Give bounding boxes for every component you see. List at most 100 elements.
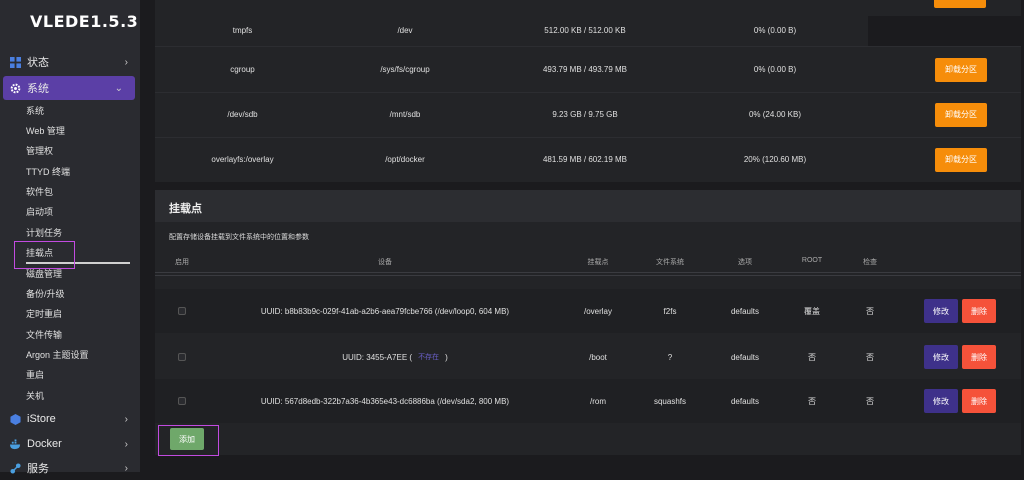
col-header-mount: 挂载点 (587, 259, 609, 266)
options-cell: defaults (730, 352, 760, 362)
fs-cell: cgroup (230, 65, 255, 74)
table-row: cgroup /sys/fs/cgroup 493.79 MB / 493.79… (155, 47, 1021, 92)
nav-item-docker[interactable]: Docker › (0, 432, 140, 456)
nav-item-label: iStore (27, 413, 56, 425)
device-cell: UUID: b8b83b9c-029f-41ab-a2b6-aea79fcbe7… (260, 306, 510, 316)
sub-item-system[interactable]: 系统 (26, 104, 44, 118)
edit-button[interactable]: 修改 (924, 345, 958, 369)
chevron-right-icon: › (124, 438, 128, 450)
table-row: /dev/sdb /mnt/sdb 9.23 GB / 9.75 GB 0% (… (155, 92, 1021, 137)
sub-item-ttyd[interactable]: TTYD 终端 (26, 165, 70, 179)
panel-title: 挂载点 (169, 203, 202, 215)
device-text: ) (445, 352, 448, 362)
options-cell: defaults (730, 306, 760, 316)
panel-description: 配置存储设备挂载到文件系统中的位置和参数 (169, 234, 309, 241)
delete-button[interactable]: 删除 (962, 299, 996, 323)
mount-cell: /boot (589, 352, 607, 362)
sub-item-backup[interactable]: 备份/升级 (26, 287, 65, 301)
add-button[interactable]: 添加 (170, 428, 204, 450)
sub-item-crontab[interactable]: 计划任务 (26, 226, 62, 240)
col-header-root: ROOT (801, 257, 823, 264)
docker-icon (10, 438, 21, 449)
mount-cell: /rom (590, 396, 606, 406)
app-logo: VLEDE1.5.3 (30, 12, 139, 31)
sub-item-file-transfer[interactable]: 文件传输 (26, 328, 62, 342)
mounts-panel: 挂载点 配置存储设备挂载到文件系统中的位置和参数 启用 设备 挂载点 文件系统 … (155, 190, 1021, 455)
chevron-right-icon: › (124, 413, 128, 425)
chevron-right-icon: › (124, 56, 128, 68)
sub-item-reboot[interactable]: 重启 (26, 368, 44, 382)
unmount-button[interactable]: 卸载分区 (935, 57, 987, 82)
col-header-device: 设备 (378, 259, 392, 266)
enable-checkbox[interactable] (178, 307, 186, 315)
unmount-button[interactable]: 卸载分区 (935, 147, 987, 172)
delete-button[interactable]: 删除 (962, 345, 996, 369)
options-cell: defaults (730, 396, 760, 406)
mount-cell: /sys/fs/cgroup (380, 65, 430, 74)
usage-cell: 0% (24.00 KB) (748, 110, 802, 119)
edit-button[interactable]: 修改 (924, 299, 958, 323)
fs-cell: ? (667, 352, 673, 362)
fs-cell: f2fs (663, 306, 677, 316)
divider (155, 272, 1021, 273)
sub-item-argon[interactable]: Argon 主题设置 (26, 348, 89, 362)
enable-checkbox[interactable] (178, 397, 186, 405)
check-cell: 否 (866, 352, 874, 362)
root-cell: 否 (808, 352, 816, 362)
usage-cell: 0% (0.00 B) (753, 65, 797, 74)
sub-item-reboot-schedule[interactable]: 定时重启 (26, 307, 62, 321)
root-cell: 覆盖 (804, 306, 820, 316)
sub-item-admin[interactable]: 管理权 (26, 144, 53, 158)
check-cell: 否 (866, 306, 874, 316)
nav-item-services[interactable]: 服务 › (0, 456, 140, 480)
col-header-enabled: 启用 (175, 259, 189, 266)
table-row: overlayfs:/overlay /opt/docker 481.59 MB… (155, 137, 1021, 182)
grid-icon (10, 56, 21, 68)
main-content: tmpfs /dev 512.00 KB / 512.00 KB 0% (0.0… (140, 0, 1024, 472)
missing-badge: 不存在 (418, 354, 440, 361)
col-header-fs: 文件系统 (656, 259, 684, 266)
device-cell: UUID: 3455-A7EE ( 不存在 ) (265, 335, 525, 379)
check-cell: 否 (866, 396, 874, 406)
sub-item-disk[interactable]: 磁盘管理 (26, 267, 62, 281)
sub-item-startup[interactable]: 启动项 (26, 205, 53, 219)
device-cell: UUID: 567d8edb-322b7a36-4b365e43-dc6886b… (260, 396, 510, 406)
storage-panel: tmpfs /dev 512.00 KB / 512.00 KB 0% (0.0… (155, 0, 1021, 182)
nav-item-status[interactable]: 状态 › (0, 50, 140, 74)
nav-item-label: Docker (27, 438, 62, 450)
device-text: UUID: 3455-A7EE ( (342, 352, 413, 362)
enable-checkbox[interactable] (178, 353, 186, 361)
sidebar: VLEDE1.5.3 状态 › 系统 ⌄ 系统 Web 管理 管理权 TTYD … (0, 0, 140, 475)
chevron-down-icon: ⌄ (114, 82, 123, 94)
table-row: UUID: b8b83b9c-029f-41ab-a2b6-aea79fcbe7… (155, 289, 1021, 333)
root-cell: 否 (808, 396, 816, 406)
mount-cell: /overlay (583, 306, 612, 316)
col-header-options: 选项 (738, 259, 752, 266)
unmount-button[interactable]: 卸载分区 (935, 102, 987, 127)
gear-icon (10, 83, 21, 93)
table-row: UUID: 3455-A7EE ( 不存在 ) /boot ? defaults… (155, 335, 1021, 379)
istore-icon (10, 413, 21, 425)
sub-item-packages[interactable]: 软件包 (26, 185, 53, 199)
delete-button[interactable]: 删除 (962, 389, 996, 413)
size-cell: 481.59 MB / 602.19 MB (542, 155, 628, 164)
mount-cell: /opt/docker (385, 155, 425, 164)
col-header-check: 检查 (863, 259, 877, 266)
nav-item-system[interactable]: 系统 ⌄ (3, 76, 135, 100)
size-cell: 9.23 GB / 9.75 GB (552, 110, 618, 119)
fs-cell: overlayfs:/overlay (211, 155, 274, 164)
size-cell: 493.79 MB / 493.79 MB (542, 65, 628, 74)
divider (155, 275, 1021, 276)
edit-button[interactable]: 修改 (924, 389, 958, 413)
sub-item-shutdown[interactable]: 关机 (26, 389, 44, 403)
usage-cell: 20% (120.60 MB) (743, 155, 807, 164)
nav-item-istore[interactable]: iStore › (0, 407, 140, 431)
table-row: UUID: 567d8edb-322b7a36-4b365e43-dc6886b… (155, 379, 1021, 423)
nav-item-label: 状态 (27, 57, 49, 69)
fs-cell: squashfs (653, 396, 687, 406)
fs-cell: /dev/sdb (227, 110, 258, 119)
unmount-button-partial[interactable] (934, 0, 986, 8)
nav-item-label: 服务 (27, 463, 49, 475)
sub-item-web-admin[interactable]: Web 管理 (26, 124, 65, 138)
highlight-box (14, 241, 75, 269)
